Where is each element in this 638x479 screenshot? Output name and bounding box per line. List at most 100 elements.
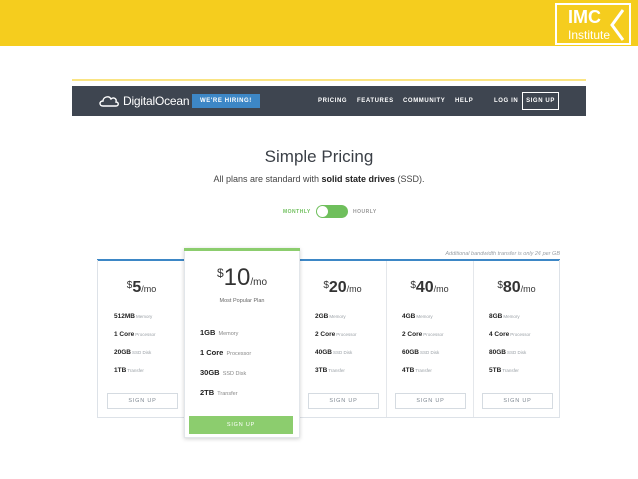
spec-disk: 80GBSSD Disk — [489, 349, 526, 356]
screenshot-top-edge — [72, 79, 586, 81]
nav-community[interactable]: COMMUNITY — [403, 96, 445, 106]
spec-value: 1TB — [114, 367, 127, 374]
spec-value: 1GB — [200, 328, 216, 337]
spec-processor: 4 CoreProcessor — [489, 331, 531, 338]
cloud-icon — [99, 96, 119, 107]
spec-unit: Memory — [416, 314, 433, 319]
spec-unit: SSD Disk — [506, 350, 527, 355]
spec-value: 8GB — [489, 313, 503, 320]
brand-logo[interactable]: DigitalOcean — [98, 93, 190, 109]
logo-main-text: IMC — [568, 7, 601, 27]
hourly-label[interactable]: HOURLY — [353, 209, 377, 215]
plan-card-20: $20/mo 2GBMemory 2 CoreProcessor 40GBSSD… — [300, 261, 385, 417]
spec-value: 4GB — [402, 313, 416, 320]
nav-pricing[interactable]: PRICING — [318, 96, 347, 106]
page-subtitle: All plans are standard with solid state … — [0, 174, 638, 184]
bandwidth-note: Additional bandwidth transfer is only 2¢… — [445, 251, 560, 257]
price-period: /mo — [520, 284, 536, 294]
spec-unit: Processor — [226, 351, 252, 357]
logo-sub-text: Institute — [568, 28, 611, 42]
spec-disk: 20GBSSD Disk — [114, 349, 151, 356]
spec-value: 512MB — [114, 313, 135, 320]
billing-toggle-row: MONTHLY HOURLY — [0, 205, 638, 219]
subtitle-bold: solid state drives — [321, 174, 396, 184]
spec-transfer: 2TB Transfer — [200, 388, 238, 397]
spec-unit: Processor — [336, 332, 357, 337]
spec-unit: SSD Disk — [419, 350, 440, 355]
price-period: /mo — [141, 284, 157, 294]
brand-name: DigitalOcean — [123, 94, 190, 108]
spec-processor: 2 CoreProcessor — [315, 331, 357, 338]
billing-toggle-switch[interactable] — [316, 205, 348, 218]
spec-value: 2 Core — [315, 331, 336, 338]
spec-disk: 40GBSSD Disk — [315, 349, 352, 356]
price-amount: 80 — [502, 279, 521, 296]
plan-price: $5/mo — [99, 279, 184, 297]
spec-transfer: 4TBTransfer — [402, 367, 432, 374]
price-amount: 10 — [223, 264, 251, 291]
spec-value: 40GB — [315, 349, 332, 356]
spec-unit: Processor — [423, 332, 444, 337]
spec-unit: Memory — [329, 314, 346, 319]
spec-transfer: 5TBTransfer — [489, 367, 519, 374]
price-currency: $ — [497, 280, 503, 291]
spec-value: 4 Core — [489, 331, 510, 338]
spec-unit: Transfer — [127, 368, 144, 373]
spec-unit: Processor — [510, 332, 531, 337]
spec-memory: 1GB Memory — [200, 328, 238, 337]
signup-button[interactable]: SIGN UP — [308, 393, 379, 409]
spec-unit: Memory — [135, 314, 153, 319]
nav-login[interactable]: LOG IN — [494, 96, 518, 106]
spec-memory: 2GBMemory — [315, 313, 346, 320]
spec-value: 5TB — [489, 367, 502, 374]
spec-memory: 8GBMemory — [489, 313, 520, 320]
spec-value: 30GB — [200, 368, 220, 377]
price-amount: 20 — [328, 279, 347, 296]
nav-features[interactable]: FEATURES — [357, 96, 394, 106]
subtitle-pre: All plans are standard with — [213, 174, 322, 184]
price-currency: $ — [410, 280, 416, 291]
slide-header-band — [0, 0, 638, 46]
toggle-knob — [317, 206, 328, 217]
spec-memory: 512MBMemory — [114, 313, 152, 320]
price-period: /mo — [433, 284, 449, 294]
spec-value: 4TB — [402, 367, 415, 374]
nav-help[interactable]: HELP — [455, 96, 473, 106]
spec-unit: Transfer — [502, 368, 519, 373]
spec-value: 1 Core — [114, 331, 135, 338]
spec-processor: 2 CoreProcessor — [402, 331, 444, 338]
signup-button[interactable]: SIGN UP — [107, 393, 178, 409]
spec-unit: SSD Disk — [332, 350, 353, 355]
spec-processor: 1 CoreProcessor — [114, 331, 156, 338]
featured-top-border — [184, 248, 300, 251]
spec-disk: 60GBSSD Disk — [402, 349, 439, 356]
price-amount: 5 — [132, 279, 142, 296]
signup-button[interactable]: SIGN UP — [482, 393, 553, 409]
spec-value: 20GB — [114, 349, 131, 356]
spec-processor: 1 Core Processor — [200, 348, 251, 357]
monthly-label[interactable]: MONTHLY — [283, 209, 311, 215]
price-currency: $ — [126, 280, 133, 291]
plan-card-10-featured: $10/mo Most Popular Plan 1GB Memory 1 Co… — [184, 248, 300, 438]
plan-card-5: $5/mo 512MBMemory 1 CoreProcessor 20GBSS… — [99, 261, 184, 417]
price-amount: 40 — [415, 279, 434, 296]
spec-unit: Transfer — [217, 391, 238, 397]
spec-memory: 4GBMemory — [402, 313, 433, 320]
spec-value: 2 Core — [402, 331, 423, 338]
spec-unit: SSD Disk — [131, 350, 152, 355]
plan-card-80: $80/mo 8GBMemory 4 CoreProcessor 80GBSSD… — [474, 261, 559, 417]
nav-signup-button[interactable]: SIGN UP — [522, 92, 559, 110]
plan-card-40: $40/mo 4GBMemory 2 CoreProcessor 60GBSSD… — [387, 261, 472, 417]
price-currency: $ — [323, 280, 329, 291]
subtitle-post: (SSD). — [395, 174, 425, 184]
most-popular-tag: Most Popular Plan — [219, 298, 265, 304]
imc-institute-logo: IMC Institute — [555, 3, 631, 45]
price-period: /mo — [250, 277, 268, 288]
spec-transfer: 1TBTransfer — [114, 367, 144, 374]
plan-price: $80/mo — [474, 279, 559, 297]
signup-button-featured[interactable]: SIGN UP — [189, 416, 293, 434]
hiring-badge[interactable]: WE'RE HIRING! — [192, 94, 260, 108]
spec-value: 2GB — [315, 313, 329, 320]
plan-price: $20/mo — [300, 279, 385, 297]
signup-button[interactable]: SIGN UP — [395, 393, 466, 409]
